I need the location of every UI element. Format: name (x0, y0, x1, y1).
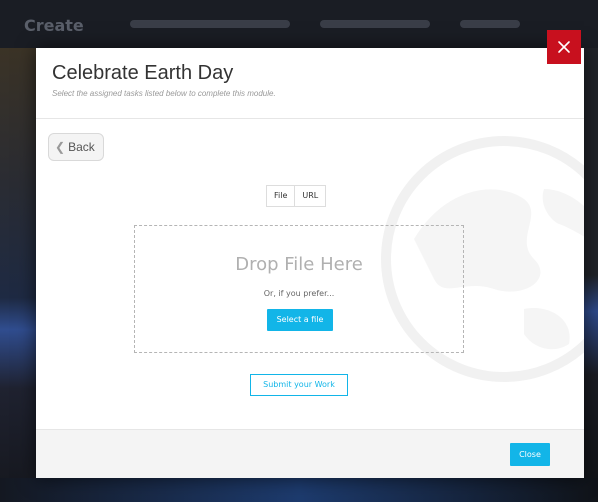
modal-close-button[interactable] (547, 30, 581, 64)
select-file-button[interactable]: Select a file (267, 309, 333, 331)
chevron-left-icon: ❮ (55, 140, 66, 154)
background-nav-item (320, 20, 430, 28)
dropzone-title: Drop File Here (235, 254, 363, 275)
modal-subtitle: Select the assigned tasks listed below t… (52, 89, 276, 98)
dropzone-alt-text: Or, if you prefer... (263, 289, 335, 298)
close-icon (558, 41, 570, 53)
background-nav-item (130, 20, 290, 28)
modal-header: Celebrate Earth Day Select the assigned … (36, 48, 584, 119)
close-button[interactable]: Close (510, 443, 550, 466)
background-content-bottom (0, 478, 598, 502)
modal-body: ❮ Back File URL Drop File Here Or, if yo… (36, 119, 584, 429)
background-brand: Create (24, 16, 84, 35)
background-content-left (0, 48, 38, 502)
task-modal: Celebrate Earth Day Select the assigned … (36, 48, 584, 478)
tab-file[interactable]: File (267, 186, 295, 206)
upload-type-tabs: File URL (266, 185, 327, 207)
submit-work-button[interactable]: Submit your Work (250, 374, 348, 396)
file-dropzone[interactable]: Drop File Here Or, if you prefer... Sele… (134, 225, 464, 353)
background-topbar: Create (0, 0, 598, 48)
back-button[interactable]: ❮ Back (48, 133, 104, 161)
background-nav-item (460, 20, 520, 28)
background-content-right (584, 48, 598, 502)
modal-footer: Close (36, 429, 584, 478)
tab-url[interactable]: URL (294, 186, 326, 206)
back-button-label: Back (68, 140, 95, 154)
modal-title: Celebrate Earth Day (52, 62, 234, 84)
